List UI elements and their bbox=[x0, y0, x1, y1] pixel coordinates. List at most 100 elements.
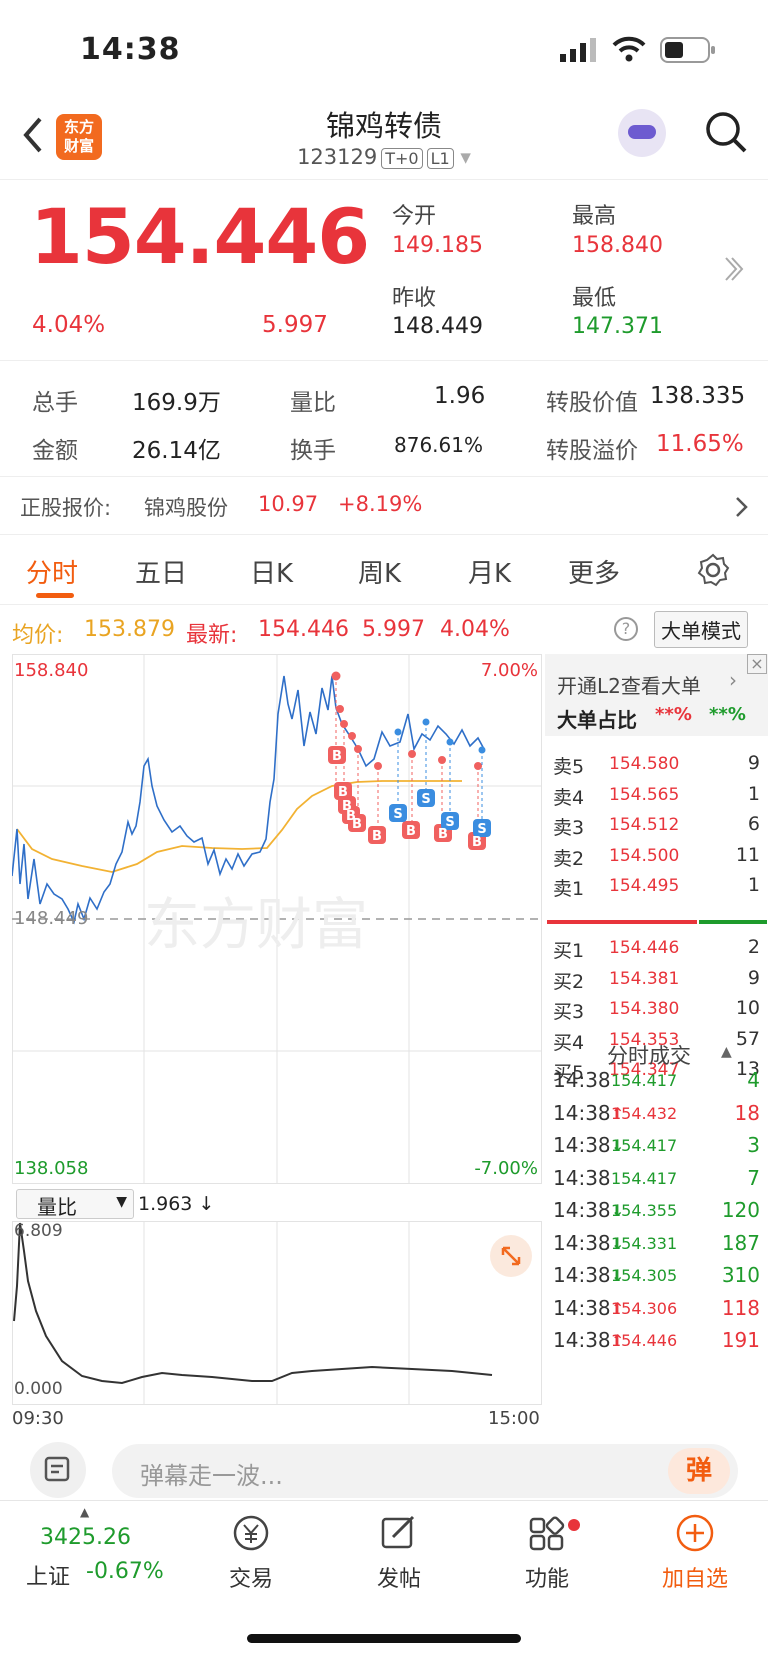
trade-volume: 18 bbox=[734, 1100, 760, 1125]
level-label: 卖2 bbox=[553, 847, 585, 870]
trade-row: 14:38 154.355 ↓ 120 bbox=[553, 1198, 760, 1222]
big-order-mode-button[interactable]: 大单模式 bbox=[654, 611, 748, 648]
underlying-stock-row[interactable]: 正股报价: 锦鸡股份 10.97 +8.19% bbox=[0, 477, 768, 535]
nav-add-watchlist[interactable]: 加自选 bbox=[640, 1511, 750, 1593]
assistant-avatar-icon[interactable] bbox=[618, 109, 666, 157]
help-icon[interactable]: ? bbox=[614, 617, 638, 641]
ask-row: 卖2 154.500 11 bbox=[545, 844, 768, 876]
last-value: 154.446 bbox=[258, 617, 349, 642]
chart-high-label: 158.840 bbox=[14, 660, 89, 681]
trade-row: 14:38 154.446 ↑ 191 bbox=[553, 1328, 760, 1352]
caret-up-icon: ▲ bbox=[80, 1505, 90, 1519]
level-label: 卖3 bbox=[553, 817, 585, 839]
status-bar: 14:38 bbox=[0, 0, 768, 95]
chevron-right-icon: › bbox=[729, 668, 737, 692]
volume-top-label: 6.809 bbox=[14, 1221, 63, 1241]
index-value[interactable]: 3425.26 bbox=[40, 1525, 131, 1550]
tab-5day[interactable]: 五日 bbox=[135, 553, 187, 590]
big-order-ratio-label: 大单占比 bbox=[557, 708, 637, 732]
intraday-chart-svg: 东方财富 BBBBBB B BBSSS S bbox=[11, 654, 542, 1184]
svg-text:B: B bbox=[406, 824, 416, 839]
underlying-price: 10.97 bbox=[258, 492, 319, 516]
intraday-chart[interactable]: 东方财富 BBBBBBBBBSSSS 158.840 7.00% 148.449… bbox=[11, 654, 542, 1184]
time-end-label: 15:00 bbox=[488, 1408, 540, 1429]
home-indicator bbox=[247, 1634, 521, 1643]
close-icon[interactable]: × bbox=[747, 654, 767, 674]
ask-row: 卖3 154.512 6 bbox=[545, 813, 768, 845]
volume-ratio-svg bbox=[12, 1221, 542, 1405]
amount-value: 26.14亿 bbox=[132, 438, 221, 464]
tab-monthly[interactable]: 月K bbox=[468, 553, 511, 590]
tab-daily[interactable]: 日K bbox=[250, 553, 293, 590]
volume-label: 总手 bbox=[32, 390, 78, 416]
open-label: 今开 bbox=[392, 204, 437, 229]
trade-volume: 120 bbox=[721, 1198, 760, 1222]
l2-promo[interactable]: 开通L2查看大单 › × 大单占比 **% **% bbox=[545, 654, 768, 736]
chart-watermark: 东方财富 bbox=[144, 893, 368, 958]
nav-functions-label: 功能 bbox=[524, 1567, 569, 1592]
battery-icon bbox=[660, 37, 715, 63]
trade-time: 14:38 bbox=[553, 1198, 611, 1222]
trade-volume: 3 bbox=[747, 1133, 760, 1157]
danmaku-input[interactable]: 弹幕走一波... 弹 bbox=[112, 1444, 738, 1498]
order-book: 开通L2查看大单 › × 大单占比 **% **% 卖5 154.580 9 卖4 15… bbox=[545, 654, 768, 1434]
svg-text:B: B bbox=[352, 817, 362, 832]
nav-post[interactable]: 发帖 bbox=[344, 1511, 454, 1593]
last-label: 最新: bbox=[186, 623, 238, 648]
signal-icon bbox=[560, 38, 596, 62]
level-price: 154.495 bbox=[609, 876, 680, 896]
yen-exchange-icon bbox=[233, 1515, 269, 1551]
ask-bid-bar-green bbox=[699, 920, 767, 924]
level-label: 买2 bbox=[553, 970, 585, 993]
nav-functions[interactable]: 功能 bbox=[492, 1511, 602, 1593]
level-price: 154.565 bbox=[609, 784, 680, 805]
index-name[interactable]: 上证 bbox=[26, 1559, 70, 1591]
level-price: 154.381 bbox=[609, 968, 680, 989]
trade-row: 14:38 154.432 ↑ 18 bbox=[553, 1100, 760, 1125]
gear-icon[interactable] bbox=[696, 553, 730, 587]
trades-title[interactable]: 分时成交 bbox=[607, 1040, 691, 1070]
trade-volume: 7 bbox=[747, 1165, 760, 1190]
svg-text:B: B bbox=[338, 785, 348, 800]
danmaku-send-button[interactable]: 弹 bbox=[668, 1448, 730, 1494]
change-value: 5.997 bbox=[262, 312, 328, 338]
svg-text:B: B bbox=[332, 749, 342, 764]
expand-chevron-icon[interactable] bbox=[722, 254, 744, 284]
volume-ratio-select[interactable]: 量比 ▼ bbox=[16, 1189, 134, 1219]
ratio-value: 1.96 bbox=[434, 383, 486, 409]
stats-panel: 总手 169.9万 量比 1.96 转股价值 138.335 金额 26.14亿… bbox=[0, 360, 768, 477]
chart-low-pct: -7.00% bbox=[474, 1158, 538, 1179]
trade-time: 14:38 bbox=[553, 1328, 611, 1352]
high-value: 158.840 bbox=[572, 233, 663, 258]
trade-volume: 310 bbox=[721, 1263, 760, 1287]
prev-close-label: 昨收 bbox=[392, 286, 437, 311]
tab-weekly[interactable]: 周K bbox=[358, 553, 401, 590]
change-percent: 4.04% bbox=[32, 312, 106, 338]
nav-trade[interactable]: 交易 bbox=[196, 1511, 306, 1593]
underlying-label: 正股报价: bbox=[20, 496, 112, 520]
search-icon[interactable] bbox=[704, 110, 748, 154]
ratio-label: 量比 bbox=[290, 390, 336, 416]
avg-value: 153.879 bbox=[84, 617, 175, 642]
level-volume: 6 bbox=[747, 813, 760, 835]
add-circle-icon bbox=[676, 1514, 714, 1552]
volume-ratio-chart[interactable]: 量比 ▼ 1.963 ↓ 6.809 0.000 bbox=[12, 1185, 542, 1405]
indicator-bar: 均价: 153.879 最新: 154.446 5.997 4.04% ? 大单… bbox=[0, 605, 768, 653]
nav-add-label: 加自选 bbox=[661, 1567, 728, 1592]
level-volume: 2 bbox=[747, 936, 760, 958]
tab-intraday[interactable]: 分时 bbox=[26, 553, 78, 590]
index-percent[interactable]: -0.67% bbox=[86, 1559, 164, 1584]
level-volume: 9 bbox=[747, 752, 760, 774]
wifi-icon bbox=[612, 36, 646, 62]
svg-text:B: B bbox=[372, 829, 382, 844]
level-label: 卖4 bbox=[553, 786, 585, 809]
tab-indicator bbox=[36, 593, 74, 598]
trade-row: 14:38 154.331 ↓ 187 bbox=[553, 1230, 760, 1255]
danmaku-settings-icon[interactable] bbox=[30, 1442, 86, 1498]
ask-row: 卖4 154.565 1 bbox=[545, 783, 768, 815]
tab-more[interactable]: 更多 bbox=[568, 553, 620, 590]
level-label: 卖5 bbox=[553, 756, 585, 778]
conversion-value-label: 转股价值 bbox=[546, 390, 638, 416]
chart-low-label: 138.058 bbox=[14, 1158, 89, 1179]
fullscreen-icon[interactable] bbox=[490, 1235, 532, 1277]
